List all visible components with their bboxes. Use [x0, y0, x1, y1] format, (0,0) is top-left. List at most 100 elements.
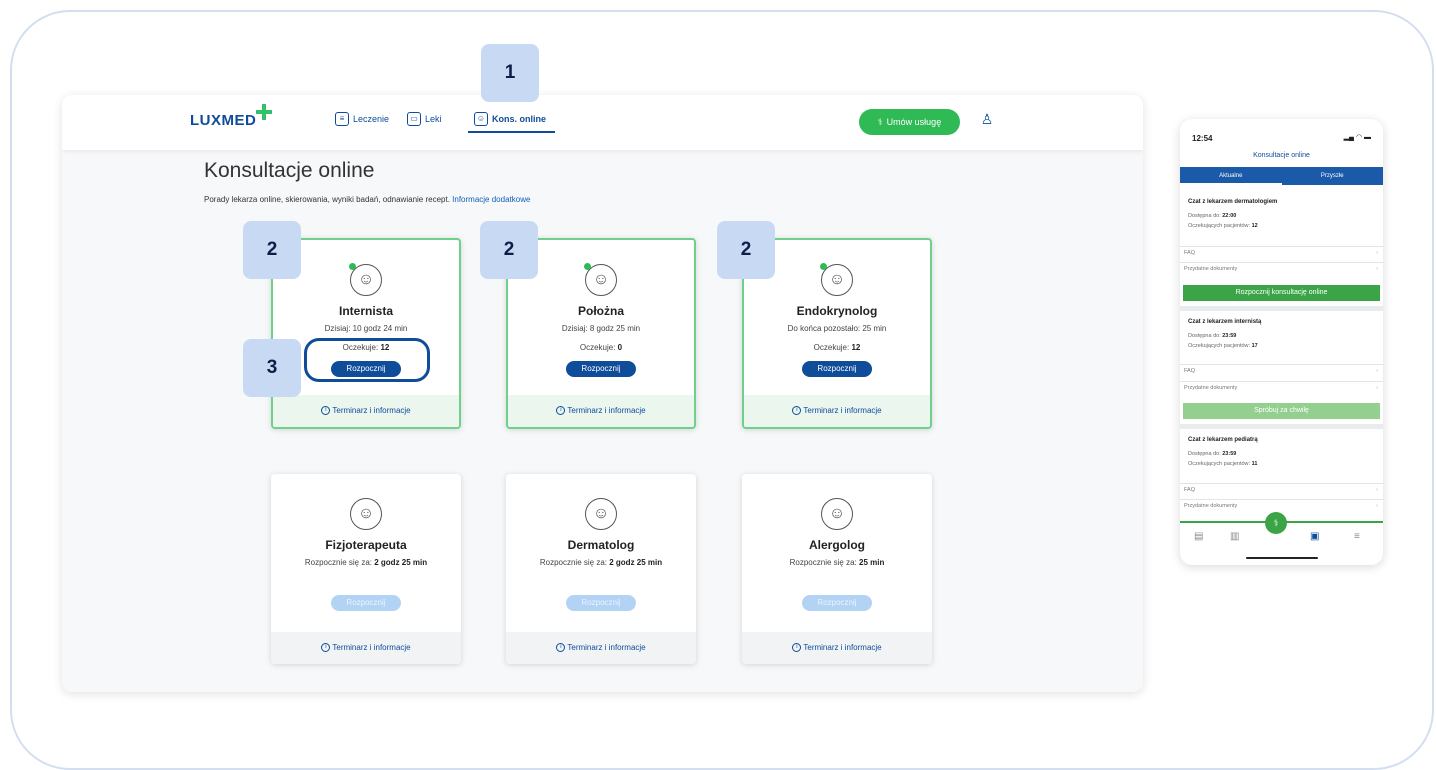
info-icon: i [792, 406, 802, 416]
info-icon: i [792, 643, 802, 653]
wait-label: Oczekujących pacjentów: [1188, 223, 1251, 229]
user-icon[interactable]: ♙ [977, 111, 997, 131]
bottom-tab-leczenie-icon[interactable]: ▤ [1194, 531, 1203, 542]
card-starts-in: Rozpocznie się za: 2 godz 25 min [506, 558, 696, 567]
start-button[interactable]: Rozpocznij [802, 361, 872, 377]
schedule-info-link[interactable]: i Terminarz i informacje [271, 632, 461, 664]
schedule-info-link[interactable]: i Terminarz i informacje [506, 632, 696, 664]
tab-przyszle[interactable]: Przyszłe [1282, 167, 1384, 185]
footer-label: Terminarz i informacje [332, 406, 411, 415]
doctor-avatar-icon: ☺ [585, 498, 617, 530]
footer-label: Terminarz i informacje [567, 406, 646, 415]
faq-row[interactable]: FAQ [1180, 364, 1383, 377]
nav-item-leki[interactable]: ▭ Leki [407, 112, 442, 126]
mobile-screen-title: Konsultacje online [1253, 152, 1310, 159]
info-icon: i [556, 643, 566, 653]
section-separator [1180, 424, 1383, 429]
online-status-dot [820, 263, 827, 270]
waiting-value: 12 [851, 343, 861, 352]
chat-availability: Dostępna do: 23:59 [1188, 333, 1236, 339]
chat-availability: Dostępna do: 23:59 [1188, 451, 1236, 457]
step-badge-2: 2 [243, 221, 301, 279]
tab-aktualne[interactable]: Aktualne [1180, 167, 1282, 185]
start-button-disabled[interactable]: Rozpocznij [566, 595, 636, 611]
doctor-avatar-icon: ☺ [821, 498, 853, 530]
doctor-avatar-icon: ☺ [350, 498, 382, 530]
bottom-tab-kons-online-icon[interactable]: ▣ [1310, 531, 1319, 542]
mobile-bottom-nav: ▤ ▥ ⚕ ▣ ≡ [1180, 512, 1383, 551]
bottom-tab-more-icon[interactable]: ≡ [1354, 531, 1360, 542]
online-status-dot [584, 263, 591, 270]
active-tab-underline [468, 131, 555, 133]
nav-label: Kons. online [492, 114, 546, 124]
faq-row[interactable]: FAQ [1180, 483, 1383, 496]
info-icon: i [321, 406, 331, 416]
avail-label: Dostępna do: [1188, 213, 1221, 219]
starts-in-label: Rozpocznie się za: [539, 558, 607, 567]
nav-item-kons-online[interactable]: ☺ Kons. online [474, 112, 546, 126]
footer-label: Terminarz i informacje [803, 406, 882, 415]
starts-in-label: Rozpocznie się za: [304, 558, 372, 567]
chat-section-title: Czat z lekarzem internistą [1188, 319, 1262, 325]
start-button-disabled[interactable]: Rozpocznij [331, 595, 401, 611]
start-button[interactable]: Rozpocznij [566, 361, 636, 377]
info-icon: i [321, 643, 331, 653]
card-starts-in: Rozpocznie się za: 25 min [742, 558, 932, 567]
wait-label: Oczekujących pacjentów: [1188, 461, 1251, 467]
mobile-tabs: Aktualne Przyszłe [1180, 167, 1383, 185]
doctor-avatar-icon: ☺ [820, 263, 853, 296]
start-chat-button[interactable]: Rozpocznij konsultację online [1183, 285, 1380, 301]
bottom-tab-umow-button[interactable]: ⚕ [1265, 512, 1287, 534]
starts-in-label: Rozpocznie się za: [789, 558, 857, 567]
step-badge-3: 3 [243, 339, 301, 397]
pill-bottle-icon: ▭ [407, 112, 421, 126]
card-specialty: Alergolog [809, 538, 865, 552]
starts-in-value: 2 godz 25 min [609, 558, 663, 567]
consultation-card-fizjoterapeuta: ☺ Fizjoterapeuta Rozpocznie się za: 2 go… [271, 474, 461, 664]
status-time: 12:54 [1192, 134, 1213, 143]
stethoscope-icon: ⚕ [877, 116, 883, 127]
luxmed-logo[interactable]: LUXMED [190, 112, 256, 129]
consultation-card-alergolog: ☺ Alergolog Rozpocznie się za: 25 min Ro… [742, 474, 932, 664]
faq-row[interactable]: FAQ [1180, 246, 1383, 259]
schedule-info-link[interactable]: i Terminarz i informacje [744, 395, 930, 427]
card-waiting: Oczekuje: 0 [508, 343, 694, 352]
bottom-tab-leki-icon[interactable]: ▥ [1230, 531, 1239, 542]
chat-availability: Dostępna do: 22:00 [1188, 213, 1236, 219]
documents-row[interactable]: Przydatne dokumenty [1180, 499, 1383, 512]
status-icons: ▂▄ ◠ ▬ [1343, 134, 1371, 141]
footer-label: Terminarz i informacje [803, 643, 882, 652]
starts-in-value: 25 min [859, 558, 885, 567]
footer-label: Terminarz i informacje [567, 643, 646, 652]
documents-row[interactable]: Przydatne dokumenty [1180, 262, 1383, 275]
doctor-monitor-icon: ☺ [474, 112, 488, 126]
documents-row[interactable]: Przydatne dokumenty [1180, 381, 1383, 394]
retry-later-button[interactable]: Spróbuj za chwilę [1183, 403, 1380, 419]
mobile-app-screen: 12:54 ▂▄ ◠ ▬ Konsultacje online Aktualne… [1180, 119, 1383, 565]
waiting-label: Oczekuje: [813, 343, 850, 352]
additional-info-link[interactable]: Informacje dodatkowe [452, 195, 530, 204]
doctor-avatar-icon: ☺ [584, 263, 617, 296]
info-icon: i [556, 406, 566, 416]
card-availability: Dzisiaj: 8 godz 25 min [561, 324, 641, 333]
chat-waiting: Oczekujących pacjentów: 11 [1188, 461, 1257, 467]
card-waiting: Oczekuje: 12 [744, 343, 930, 352]
subtitle-text: Porady lekarza online, skierowania, wyni… [204, 195, 450, 204]
book-service-button[interactable]: ⚕ Umów usługę [859, 109, 960, 135]
start-button-disabled[interactable]: Rozpocznij [802, 595, 872, 611]
card-starts-in: Rozpocznie się za: 2 godz 25 min [271, 558, 461, 567]
step-badge-1: 1 [481, 44, 539, 102]
chat-waiting: Oczekujących pacjentów: 12 [1188, 223, 1258, 229]
schedule-info-link[interactable]: i Terminarz i informacje [742, 632, 932, 664]
consultation-card-dermatolog: ☺ Dermatolog Rozpocznie się za: 2 godz 2… [506, 474, 696, 664]
start-button-highlight [304, 338, 430, 382]
wait-value: 11 [1251, 461, 1258, 467]
logo-cross-icon [256, 104, 272, 120]
nav-item-leczenie[interactable]: ≡ Leczenie [335, 112, 389, 126]
home-indicator [1246, 557, 1318, 559]
card-specialty: Fizjoterapeuta [325, 538, 407, 552]
starts-in-value: 2 godz 25 min [374, 558, 428, 567]
schedule-info-link[interactable]: i Terminarz i informacje [273, 395, 459, 427]
schedule-info-link[interactable]: i Terminarz i informacje [508, 395, 694, 427]
doctor-avatar-icon: ☺ [349, 263, 382, 296]
